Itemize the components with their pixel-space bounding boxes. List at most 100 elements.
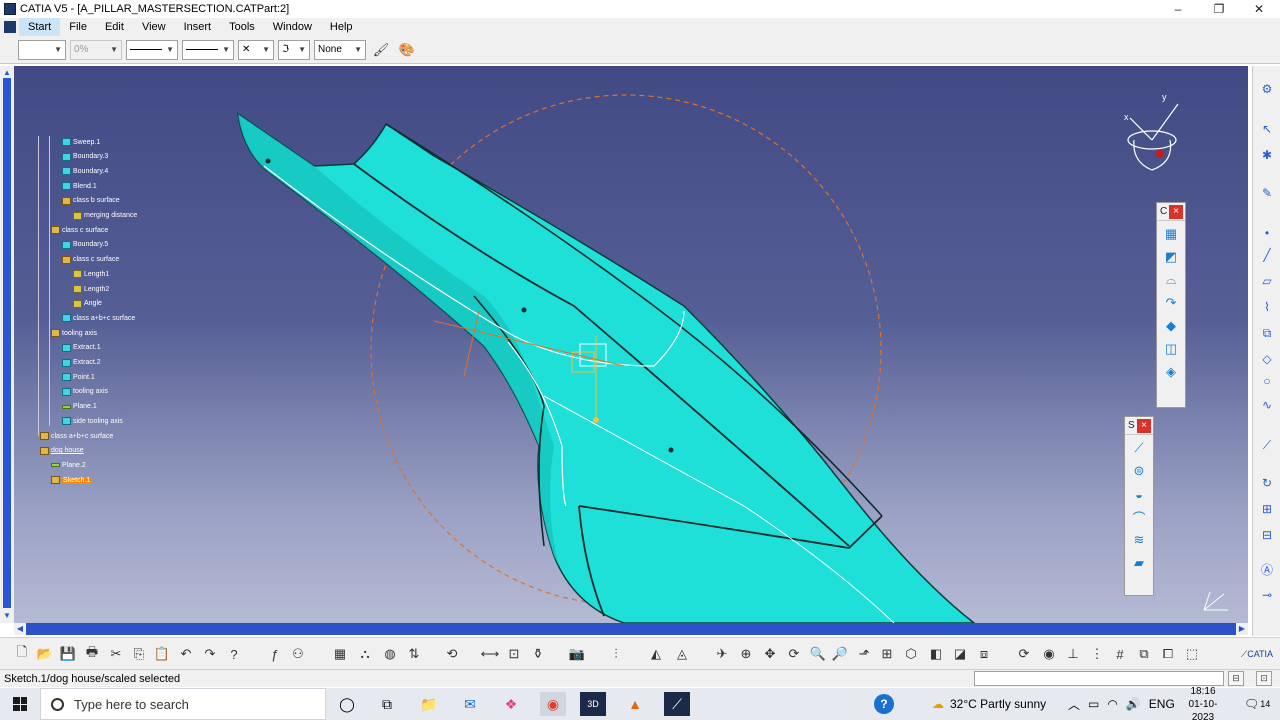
- fly-mode-icon[interactable]: ✈: [712, 644, 732, 664]
- 3d-viewport[interactable]: Sweep.1 Boundary.3 Boundary.4 Blend.1 class …: [14, 66, 1248, 623]
- repetition-icon[interactable]: ↻: [1258, 474, 1276, 492]
- layer-stack-icon[interactable]: ◭: [646, 644, 666, 664]
- notification-center[interactable]: 🗨 14: [1244, 688, 1270, 720]
- undo-icon[interactable]: ↶: [176, 644, 196, 664]
- file-explorer-icon[interactable]: 📁: [416, 692, 442, 716]
- volume-icon[interactable]: 🔊: [1126, 697, 1141, 711]
- scroll-down-icon[interactable]: ▼: [0, 611, 14, 621]
- tree-node[interactable]: side tooling axis: [62, 415, 123, 427]
- pattern-icon[interactable]: ⊞: [1258, 500, 1276, 518]
- tree-node[interactable]: Plane.1: [62, 401, 97, 413]
- normal-view-icon[interactable]: ⬏: [854, 644, 874, 664]
- graphic-properties-icon[interactable]: 🎨: [396, 39, 418, 61]
- surface-tool-icon[interactable]: ⟋: [1129, 438, 1149, 458]
- 3dexperience-icon[interactable]: 3D: [580, 692, 606, 716]
- task-view-icon[interactable]: ⧉: [374, 692, 400, 716]
- iso-view-icon[interactable]: ⬡: [901, 644, 921, 664]
- line-icon[interactable]: ╱: [1258, 246, 1276, 264]
- tree-node[interactable]: merging distance: [73, 210, 137, 222]
- close-button[interactable]: ✕: [1239, 0, 1279, 18]
- horizontal-scrollbar[interactable]: ◀ ▶: [14, 623, 1248, 635]
- photos-icon[interactable]: ❖: [498, 692, 524, 716]
- menu-help[interactable]: Help: [321, 18, 362, 36]
- copy-icon[interactable]: ⎘: [129, 644, 149, 664]
- zoom-in-icon[interactable]: 🔍: [808, 644, 828, 664]
- tree-node[interactable]: class c surface: [51, 224, 108, 236]
- grid-display-icon[interactable]: #: [1110, 644, 1130, 664]
- extrude-icon[interactable]: ⌓: [1161, 270, 1181, 290]
- tree-node[interactable]: class a+b+c surface: [62, 312, 135, 324]
- measure-icon[interactable]: ⊸: [1258, 586, 1276, 604]
- apply-material-icon[interactable]: ◬: [672, 644, 692, 664]
- menu-start[interactable]: Start: [19, 18, 61, 36]
- tree-node[interactable]: tooling axis: [51, 327, 97, 339]
- menu-view[interactable]: View: [133, 18, 175, 36]
- sketch-analysis-icon[interactable]: ⧉: [1134, 644, 1154, 664]
- swap-icon[interactable]: ⇅: [404, 644, 424, 664]
- language-indicator[interactable]: ENG: [1149, 697, 1175, 711]
- select-icon[interactable]: ↖: [1258, 120, 1276, 138]
- layer-filter-combo[interactable]: ℑ ▼: [278, 39, 310, 60]
- tree-icon[interactable]: ⛬: [355, 644, 375, 664]
- floating-toolbar-header[interactable]: S ×: [1125, 417, 1153, 435]
- knowledge-icon[interactable]: ⚇: [288, 644, 308, 664]
- measure-item-icon[interactable]: ⊡: [504, 644, 524, 664]
- linetype-combo[interactable]: ▼: [126, 39, 178, 60]
- start-button[interactable]: [0, 688, 40, 720]
- hide-icon[interactable]: ◪: [950, 644, 970, 664]
- painter-icon[interactable]: 🖌: [370, 39, 392, 61]
- chevron-up-icon[interactable]: ︿: [1068, 696, 1080, 713]
- loft-icon[interactable]: ⌒: [1129, 507, 1149, 527]
- a-pillar-surface[interactable]: [237, 112, 976, 623]
- open-file-icon[interactable]: 📂: [35, 644, 55, 664]
- axis-system-icon[interactable]: ⊥: [1063, 644, 1083, 664]
- command-search-icon[interactable]: ⊡: [1256, 671, 1272, 686]
- parallel-curve-icon[interactable]: ◇: [1258, 350, 1276, 368]
- inertia-icon[interactable]: ⚱: [528, 644, 548, 664]
- vlc-icon[interactable]: ▲: [622, 692, 648, 716]
- revolve-icon[interactable]: ⊜: [1129, 461, 1149, 481]
- tree-node[interactable]: Plane.2: [51, 459, 86, 471]
- hide-show-icon[interactable]: ◍: [380, 644, 400, 664]
- help-icon[interactable]: ?: [224, 644, 244, 664]
- refresh-icon[interactable]: ⟳: [1014, 644, 1034, 664]
- workbench-icon[interactable]: ⚙: [1258, 80, 1276, 98]
- command-input[interactable]: [974, 671, 1224, 686]
- tree-node[interactable]: Length2: [73, 283, 109, 295]
- measure-between-icon[interactable]: ⟷: [480, 644, 500, 664]
- multi-section-icon[interactable]: ≋: [1129, 530, 1149, 550]
- tree-node[interactable]: Point.1: [62, 371, 95, 383]
- tree-node[interactable]: Extract.1: [62, 342, 101, 354]
- point-symbol-combo[interactable]: ✕ ▼: [238, 39, 274, 60]
- tree-node[interactable]: Boundary.4: [62, 165, 108, 177]
- paste-icon[interactable]: 📋: [152, 644, 172, 664]
- formula-icon[interactable]: ƒ: [265, 644, 285, 664]
- vertical-scrollbar[interactable]: ▲ ▼: [0, 66, 14, 623]
- zoom-out-icon[interactable]: 🔎: [830, 644, 850, 664]
- clock[interactable]: 18:16 01-10-2023: [1180, 686, 1226, 723]
- chrome-icon[interactable]: ◉: [540, 692, 566, 716]
- tree-node[interactable]: class a+b+c surface: [40, 430, 113, 442]
- thickness-combo[interactable]: ▼: [182, 39, 234, 60]
- sphere-icon[interactable]: ◒: [1129, 484, 1149, 504]
- capture-icon[interactable]: 📷: [567, 644, 587, 664]
- update-icon[interactable]: ⟲: [442, 644, 462, 664]
- menu-edit[interactable]: Edit: [96, 18, 133, 36]
- scroll-up-icon[interactable]: ▲: [0, 68, 14, 78]
- wifi-icon[interactable]: ◠: [1107, 697, 1117, 711]
- circle-icon[interactable]: ○: [1258, 372, 1276, 390]
- document-icon[interactable]: [4, 21, 16, 33]
- floating-toolbar-header[interactable]: C ×: [1157, 203, 1185, 221]
- tree-node[interactable]: Length1: [73, 268, 109, 280]
- copy-geometry-icon[interactable]: ⧠: [1158, 644, 1178, 664]
- new-file-icon[interactable]: 🗋: [12, 644, 32, 664]
- weather-widget[interactable]: ☁ 32°C Partly sunny: [932, 688, 1046, 720]
- print-icon[interactable]: 🖶: [82, 644, 102, 664]
- mail-icon[interactable]: ✉: [457, 692, 483, 716]
- tree-node[interactable]: Blend.1: [62, 180, 97, 192]
- menu-file[interactable]: File: [60, 18, 96, 36]
- tree-node[interactable]: Extract.2: [62, 357, 101, 369]
- cut-icon[interactable]: ✂: [106, 644, 126, 664]
- taskbar-search[interactable]: Type here to search: [40, 688, 326, 720]
- scroll-right-icon[interactable]: ▶: [1236, 623, 1248, 635]
